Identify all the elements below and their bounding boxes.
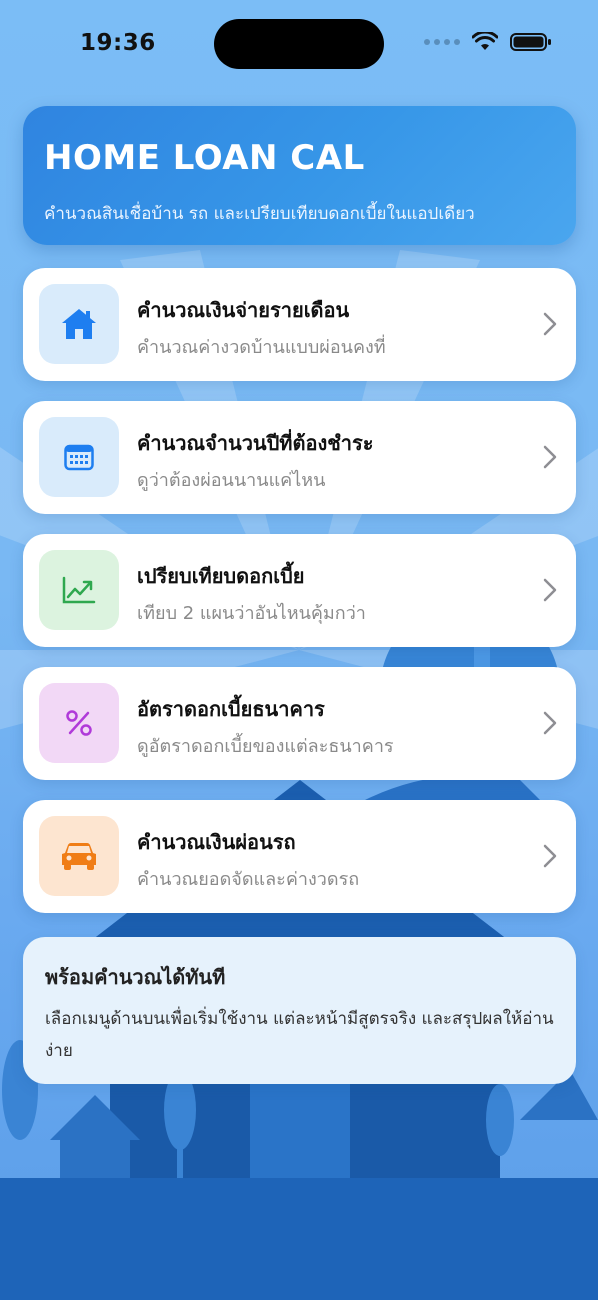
icon-container [39, 683, 119, 763]
battery-icon [510, 33, 551, 51]
info-text: เลือกเมนูด้านบนเพื่อเริ่มใช้งาน แต่ละหน้… [45, 1009, 554, 1061]
menu-item-subtitle: เทียบ 2 แผนว่าอันไหนคุ้มกว่า [137, 603, 366, 624]
chevron-right-icon [543, 711, 557, 735]
status-time: 19:36 [80, 30, 156, 56]
menu-item-compare-interest[interactable]: เปรียบเทียบดอกเบี้ย เทียบ 2 แผนว่าอันไหน… [23, 534, 576, 647]
menu-item-subtitle: คำนวณยอดจัดและค่างวดรถ [137, 869, 360, 890]
app-subtitle: คำนวณสินเชื่อบ้าน รถ และเปรียบเทียบดอกเบ… [44, 204, 475, 224]
menu-item-car-loan[interactable]: คำนวณเงินผ่อนรถ คำนวณยอดจัดและค่างวดรถ [23, 800, 576, 913]
dynamic-island [214, 19, 384, 69]
chevron-right-icon [543, 578, 557, 602]
trending-up-icon [62, 576, 96, 604]
menu-item-title: คำนวณเงินจ่ายรายเดือน [137, 298, 350, 322]
car-icon [62, 843, 96, 870]
icon-container [39, 417, 119, 497]
menu-item-title: อัตราดอกเบี้ยธนาคาร [137, 697, 325, 721]
menu-item-monthly-payment[interactable]: คำนวณเงินจ่ายรายเดือน คำนวณค่างวดบ้านแบบ… [23, 268, 576, 381]
icon-container [39, 550, 119, 630]
menu-item-subtitle: ดูว่าต้องผ่อนนานแค่ไหน [137, 470, 326, 491]
chevron-right-icon [543, 445, 557, 469]
menu-item-loan-years[interactable]: คำนวณจำนวนปีที่ต้องชำระ ดูว่าต้องผ่อนนาน… [23, 401, 576, 514]
percent-icon [66, 710, 92, 736]
calendar-icon [64, 444, 94, 471]
info-card: พร้อมคำนวณได้ทันที เลือกเมนูด้านบนเพื่อเ… [23, 937, 576, 1084]
icon-container [39, 816, 119, 896]
menu-item-title: คำนวณเงินผ่อนรถ [137, 830, 296, 854]
app-title: HOME LOAN CAL [44, 138, 365, 178]
menu-item-title: คำนวณจำนวนปีที่ต้องชำระ [137, 431, 374, 455]
menu-item-bank-rates[interactable]: อัตราดอกเบี้ยธนาคาร ดูอัตราดอกเบี้ยของแต… [23, 667, 576, 780]
house-icon [62, 309, 96, 339]
status-bar: 19:36 [0, 0, 598, 90]
info-title: พร้อมคำนวณได้ทันที [45, 965, 226, 989]
menu-item-subtitle: ดูอัตราดอกเบี้ยของแต่ละธนาคาร [137, 736, 394, 757]
chevron-right-icon [543, 844, 557, 868]
menu-item-subtitle: คำนวณค่างวดบ้านแบบผ่อนคงที่ [137, 337, 386, 358]
cellular-signal-icon [424, 39, 460, 45]
wifi-icon [472, 32, 498, 50]
icon-container [39, 284, 119, 364]
header-card: HOME LOAN CAL คำนวณสินเชื่อบ้าน รถ และเป… [23, 106, 576, 245]
menu-item-title: เปรียบเทียบดอกเบี้ย [137, 564, 305, 588]
status-icons [424, 32, 552, 52]
chevron-right-icon [543, 312, 557, 336]
